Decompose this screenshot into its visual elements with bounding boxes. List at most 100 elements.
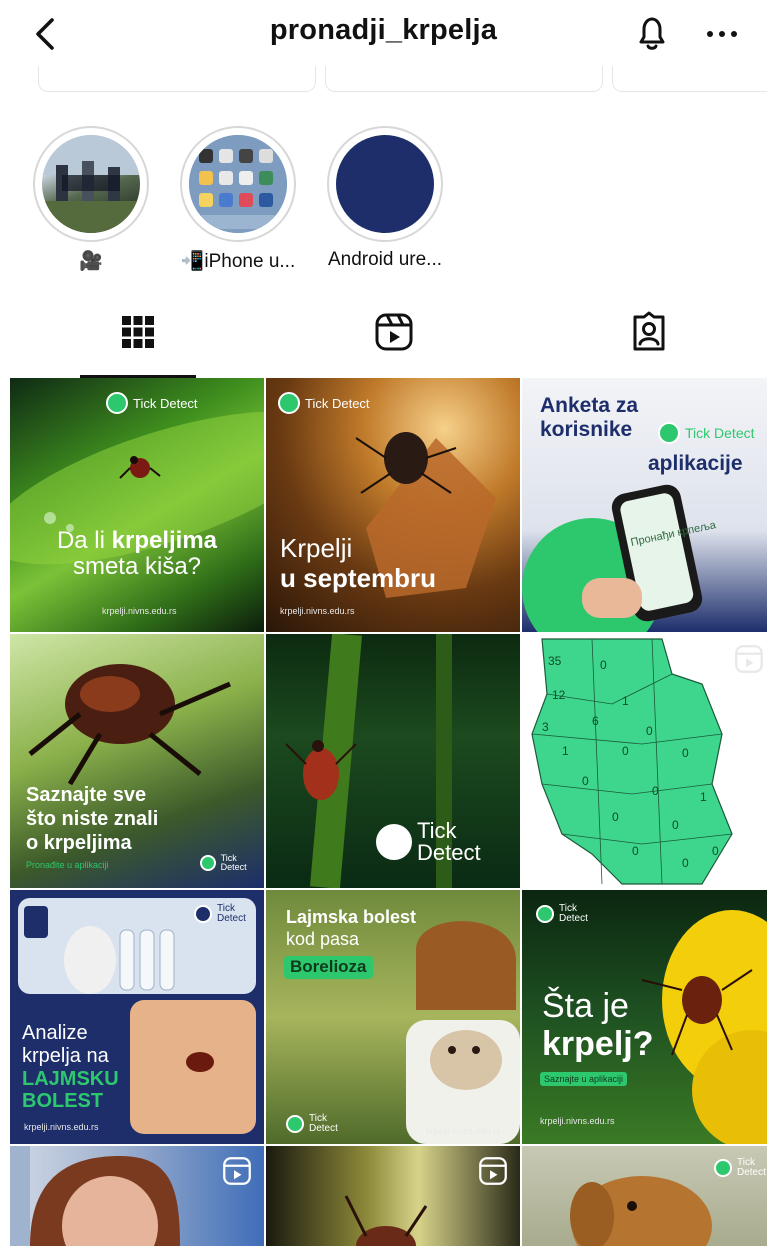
post-badge: Borelioza <box>284 956 373 979</box>
tick-detect-logo: Tick Detect <box>200 854 264 872</box>
map-number: 35 <box>548 654 562 668</box>
reel-indicator-icon <box>222 1156 252 1191</box>
highlight-cover <box>189 135 287 233</box>
post-caption: Da li krpeljima smeta kiša? <box>56 527 218 581</box>
map-number: 0 <box>672 818 679 832</box>
post-tile[interactable]: Tick Detect <box>522 1146 767 1246</box>
post-url: krpelji.nivns.edu.rs <box>426 1126 501 1136</box>
tick-detect-logo: Tick Detect <box>106 392 198 414</box>
post-caption-line: LAJMSKU <box>22 1068 119 1090</box>
map-number: 0 <box>646 724 653 738</box>
map-number: 1 <box>622 694 629 708</box>
post-url: krpelji.nivns.edu.rs <box>280 606 355 616</box>
post-caption-line: Anketa za <box>540 394 639 417</box>
tagged-icon <box>629 311 669 358</box>
map-number: 0 <box>712 844 719 858</box>
post-tile[interactable]: Tick Detect <box>266 634 520 888</box>
post-url: krpelji.nivns.edu.rs <box>540 1116 615 1126</box>
tick-detect-logo-icon <box>658 422 680 444</box>
tick-detect-logo-icon <box>194 905 212 923</box>
map-number: 0 <box>622 744 629 758</box>
post-subtext: Saznajte u aplikaciji <box>540 1072 628 1086</box>
reels-icon <box>374 312 414 357</box>
tick-detect-logo: Tick Detect <box>658 422 755 444</box>
post-tile[interactable]: Tick Detect Krpelji u septembru krpelji.… <box>266 378 520 632</box>
more-options-icon[interactable] <box>700 14 744 54</box>
post-caption-line: korisnike <box>540 418 633 441</box>
map-number: 6 <box>592 714 599 728</box>
map-number: 0 <box>582 774 589 788</box>
tab-tagged[interactable] <box>521 290 767 378</box>
map-number: 0 <box>612 810 619 824</box>
card-stub[interactable] <box>38 66 316 92</box>
post-caption-line: o krpeljima <box>26 832 132 854</box>
tick-detect-logo-icon <box>200 855 216 871</box>
highlight-cover <box>336 135 434 233</box>
post-tile[interactable] <box>10 1146 264 1246</box>
tick-detect-logo: Tick Detect <box>286 1114 339 1134</box>
leaf-with-tick-image <box>10 411 264 565</box>
post-subtext: Pronađite u aplikaciji <box>26 860 109 870</box>
post-tile[interactable]: Lajmska bolest kod pasa Borelioza Tick D… <box>266 890 520 1144</box>
post-caption-line: BOLEST <box>22 1090 104 1112</box>
card-stub[interactable] <box>325 66 603 92</box>
post-caption-line: u septembru <box>280 563 437 593</box>
map-number: 3 <box>542 720 549 734</box>
tick-detect-logo: Tick Detect <box>714 1158 767 1178</box>
tick-detect-logo: Tick Detect <box>194 904 247 924</box>
post-tile[interactable]: Saznajte sve što niste znali o krpeljima… <box>10 634 264 888</box>
tick-detect-logo: Tick Detect <box>376 820 497 864</box>
tick-detect-logo-icon <box>106 392 128 414</box>
tab-posts[interactable] <box>10 290 265 378</box>
post-tile[interactable]: Tick Detect Šta je krpelj? Saznajte u ap… <box>522 890 767 1144</box>
reel-indicator-icon <box>734 644 764 679</box>
post-caption-line: Šta je <box>542 987 629 1025</box>
story-highlight-android[interactable]: Android ure... <box>320 126 450 271</box>
post-tile[interactable]: Tick Detect Analize krpelja na LAJMSKU B… <box>10 890 264 1144</box>
profile-header: pronadji_krpelja <box>0 0 767 70</box>
reel-indicator-icon <box>478 1156 508 1191</box>
post-caption-line: krpelja na <box>22 1045 109 1067</box>
post-caption-line: Saznajte sve <box>26 784 147 806</box>
highlight-ring <box>327 126 443 242</box>
tick-detect-logo: Tick Detect <box>278 392 370 414</box>
notification-bell-icon[interactable] <box>632 12 672 54</box>
story-highlight-video[interactable]: 🎥 <box>26 126 156 273</box>
highlight-label: 🎥 <box>79 251 103 272</box>
map-number-labels: 35 0 12 1 3 6 0 1 0 0 0 0 1 0 0 0 0 0 <box>522 634 767 888</box>
post-url: krpelji.nivns.edu.rs <box>24 1122 99 1132</box>
tab-reels[interactable] <box>266 290 521 378</box>
map-number: 0 <box>600 658 607 672</box>
map-number: 1 <box>700 790 707 804</box>
post-tile[interactable] <box>266 1146 520 1246</box>
post-caption-line: Lajmska bolest <box>286 907 417 927</box>
story-highlight-iphone[interactable]: 📲iPhone u... <box>173 126 303 273</box>
posts-grid-icon <box>120 314 156 355</box>
post-caption-line: Analize <box>22 1022 88 1044</box>
autumn-leaf-tick-image <box>355 432 496 598</box>
post-tile[interactable]: Tick Detect Da li krpeljima smeta kiša? … <box>10 378 264 632</box>
post-caption-line: krpelj? <box>542 1025 654 1063</box>
highlight-cover <box>42 135 140 233</box>
map-number: 0 <box>652 784 659 798</box>
tick-detect-logo-icon <box>536 905 554 923</box>
suggested-cards-strip <box>0 66 767 94</box>
tick-detect-logo: Tick Detect <box>536 904 589 924</box>
map-number: 0 <box>682 856 689 870</box>
map-number: 12 <box>552 688 566 702</box>
post-caption-line: aplikacije <box>648 452 743 475</box>
post-tile[interactable]: Anketa za korisnike Tick Detect aplikaci… <box>522 378 767 632</box>
highlight-ring <box>180 126 296 242</box>
map-number: 0 <box>682 746 689 760</box>
tick-detect-logo-icon <box>286 1115 304 1133</box>
tick-detect-logo-icon <box>376 824 412 860</box>
map-number: 0 <box>632 844 639 858</box>
tick-detect-logo-icon <box>278 392 300 414</box>
highlight-label: Android ure... <box>327 249 443 270</box>
card-stub[interactable] <box>612 66 767 92</box>
tick-detect-logo-icon <box>714 1159 732 1177</box>
post-url: krpelji.nivns.edu.rs <box>102 606 177 616</box>
post-tile[interactable]: 35 0 12 1 3 6 0 1 0 0 0 0 1 0 0 0 0 0 <box>522 634 767 888</box>
highlight-label: 📲iPhone u... <box>180 251 296 272</box>
profile-tabs <box>0 290 767 378</box>
